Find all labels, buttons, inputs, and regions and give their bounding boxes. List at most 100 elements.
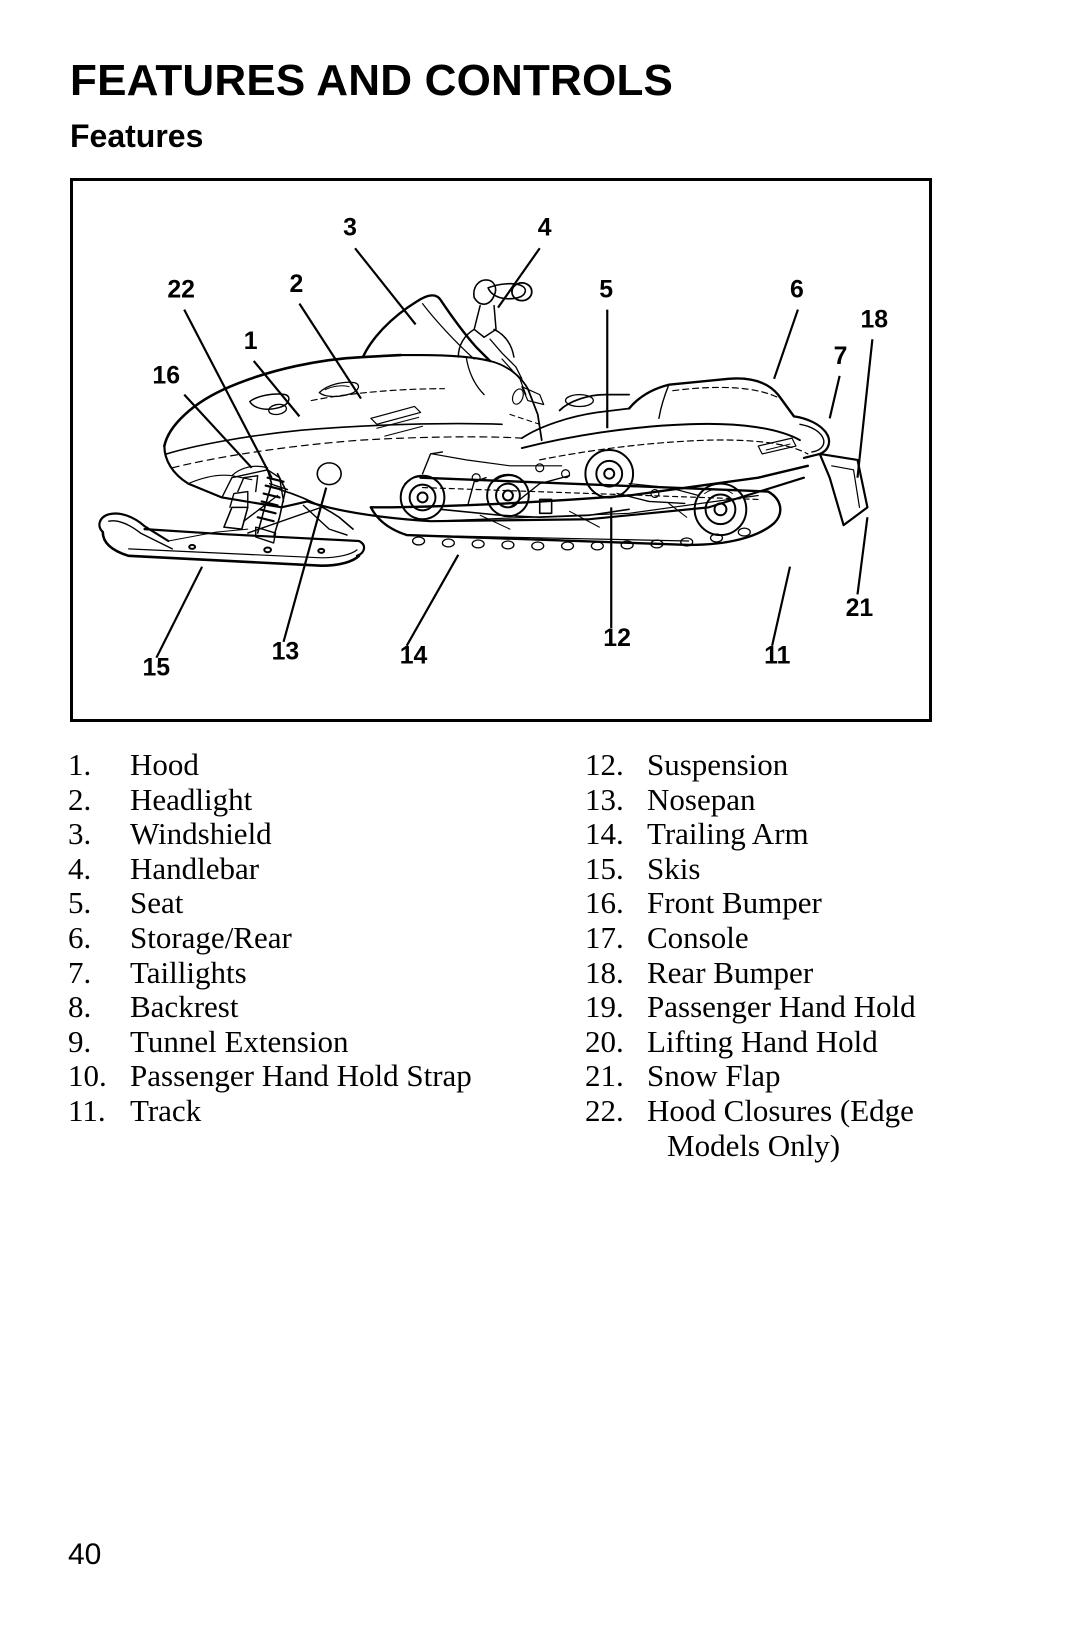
parts-list-item-label: Front Bumper (647, 885, 822, 921)
parts-list-item-number: 5. (68, 885, 92, 921)
parts-list-item: 6. Storage/Rear (68, 919, 538, 956)
parts-list-item-number: 11. (68, 1092, 106, 1128)
parts-list-item-label: Nosepan (647, 781, 756, 817)
parts-list-item-number: 21. (585, 1058, 624, 1094)
callout-leader-line-15 (155, 566, 204, 659)
parts-list-item-number: 20. (585, 1023, 624, 1059)
callout-number-5: 5 (599, 277, 613, 304)
parts-list-item: 1. Hood (68, 747, 538, 783)
parts-list-left-column: 1. Hood 2. Headlight 3. Windshield 4. Handlebar… (68, 747, 538, 1129)
parts-list-item-number: 19. (585, 989, 624, 1025)
parts-list-item: 21. Snow Flap (585, 1059, 1015, 1094)
parts-list-item: 4. Handlebar (68, 850, 538, 887)
callout-leader-line-11 (771, 566, 792, 647)
callout-leader-line-7 (828, 375, 841, 419)
parts-list-item-label: Trailing Arm (647, 816, 809, 852)
chapter-title: FEATURES AND CONTROLS (70, 56, 674, 105)
callout-number-3: 3 (343, 214, 357, 241)
callout-number-1: 1 (244, 328, 258, 355)
parts-list-item-label: Console (647, 919, 749, 955)
parts-list-item-label: Tunnel Extension (130, 1023, 349, 1059)
parts-list-item-number: 4. (68, 850, 92, 886)
callout-number-22: 22 (167, 277, 195, 304)
figure-snowmobile-diagram: 22 16 1 2 3 4 5 6 7 18 21 11 12 14 13 15 (70, 178, 932, 722)
parts-list-item-label: Snow Flap (647, 1058, 781, 1094)
parts-list-item: 14. Trailing Arm (585, 817, 1015, 852)
document-page: FEATURES AND CONTROLS Features 22 16 1 2… (0, 0, 1080, 1645)
callout-number-7: 7 (834, 343, 848, 370)
parts-list-item: 11. Track (68, 1092, 538, 1129)
callout-leader-line-6 (773, 309, 799, 380)
parts-list-item-label: Rear Bumper (647, 954, 814, 990)
parts-list-item-number: 12. (585, 747, 624, 782)
parts-list-item-label: Seat (130, 885, 184, 921)
parts-list-item-label: Skis (647, 850, 701, 886)
parts-list-item-number: 2. (68, 781, 92, 817)
callout-number-2: 2 (289, 271, 303, 298)
parts-list-item-number: 16. (585, 885, 624, 921)
callout-leader-line-22 (183, 309, 273, 479)
parts-list-item: 22. Hood Closures (Edge (585, 1092, 1015, 1129)
callout-leader-line-3 (354, 247, 417, 326)
callout-number-4: 4 (538, 214, 552, 241)
parts-list-item-number: 13. (585, 781, 624, 817)
callout-number-15: 15 (143, 655, 171, 682)
parts-list-item-label: Hood Closures (Edge (647, 1092, 914, 1128)
parts-list-item: 13. Nosepan (585, 781, 1015, 818)
callout-number-21: 21 (846, 595, 874, 622)
parts-list-item: 15. Skis (585, 850, 1015, 887)
parts-list-item: 12. Suspension (585, 747, 1015, 783)
parts-list-item: 18. Rear Bumper (585, 954, 1015, 991)
parts-list-item: 3. Windshield (68, 817, 538, 852)
section-title: Features (70, 118, 204, 154)
parts-list-item-label: Storage/Rear (130, 919, 292, 955)
callout-leader-line-14 (405, 554, 460, 647)
parts-list-item-label: Lifting Hand Hold (647, 1023, 878, 1059)
parts-list-item-number: 14. (585, 816, 624, 852)
snowmobile-illustration: 2216123 45 6718211112141315 (98, 214, 888, 682)
parts-list-item-label: Track (130, 1092, 202, 1128)
parts-list-item-number: 10. (68, 1058, 107, 1094)
parts-list-item-number: 17. (585, 919, 624, 955)
parts-list-item: 20. Lifting Hand Hold (585, 1023, 1015, 1060)
parts-list-item-number: 15. (585, 850, 624, 886)
parts-list-item: 19. Passenger Hand Hold (585, 990, 1015, 1025)
parts-list-item-number: 1. (68, 747, 92, 782)
parts-list-item: 17. Console (585, 919, 1015, 956)
parts-list-item-number: 6. (68, 919, 92, 955)
parts-list-item-number: 7. (68, 954, 92, 990)
callout-number-16: 16 (152, 363, 180, 390)
parts-list-item-label: Passenger Hand Hold Strap (130, 1058, 472, 1094)
parts-list-item: 9. Tunnel Extension (68, 1023, 538, 1060)
page-number: 40 (68, 1538, 102, 1571)
parts-list-item: 8. Backrest (68, 990, 538, 1025)
callout-number-6: 6 (790, 277, 804, 304)
parts-list-item-label: Windshield (130, 816, 272, 852)
callout-number-13: 13 (272, 639, 300, 666)
parts-list-item-number: 3. (68, 816, 92, 852)
parts-list-item-label: Handlebar (130, 850, 260, 886)
callout-leader-line-21 (856, 517, 869, 595)
parts-list-right-column: 12. Suspension 13. Nosepan 14. Trailing Arm 15… (585, 747, 1015, 1163)
callout-leader-line-18 (856, 339, 874, 478)
callout-leader-line-16 (183, 393, 253, 469)
parts-list-item-continuation: Models Only) (667, 1127, 841, 1163)
callout-number-12: 12 (603, 625, 631, 652)
parts-list-item-label: Suspension (647, 747, 789, 782)
callout-number-18: 18 (860, 306, 888, 333)
parts-list-item-label: Hood (130, 747, 199, 782)
parts-list-item-number: 8. (68, 989, 92, 1025)
parts-list-item: 5. Seat (68, 886, 538, 921)
callout-leader-line-2 (298, 303, 362, 400)
callout-leader-line-4 (497, 247, 541, 309)
parts-list-item: 16. Front Bumper (585, 886, 1015, 921)
parts-list-item-label: Passenger Hand Hold (647, 989, 916, 1025)
parts-list-item-label: Backrest (130, 989, 239, 1025)
parts-list-item-label: Taillights (130, 954, 247, 990)
parts-list-item-label: Headlight (130, 781, 253, 817)
callout-number-11: 11 (764, 643, 790, 670)
parts-list-item-number: 9. (68, 1023, 92, 1059)
parts-list-item: 10. Passenger Hand Hold Strap (68, 1059, 538, 1094)
callout-number-14: 14 (400, 643, 428, 670)
parts-list-item: 7. Taillights (68, 954, 538, 991)
